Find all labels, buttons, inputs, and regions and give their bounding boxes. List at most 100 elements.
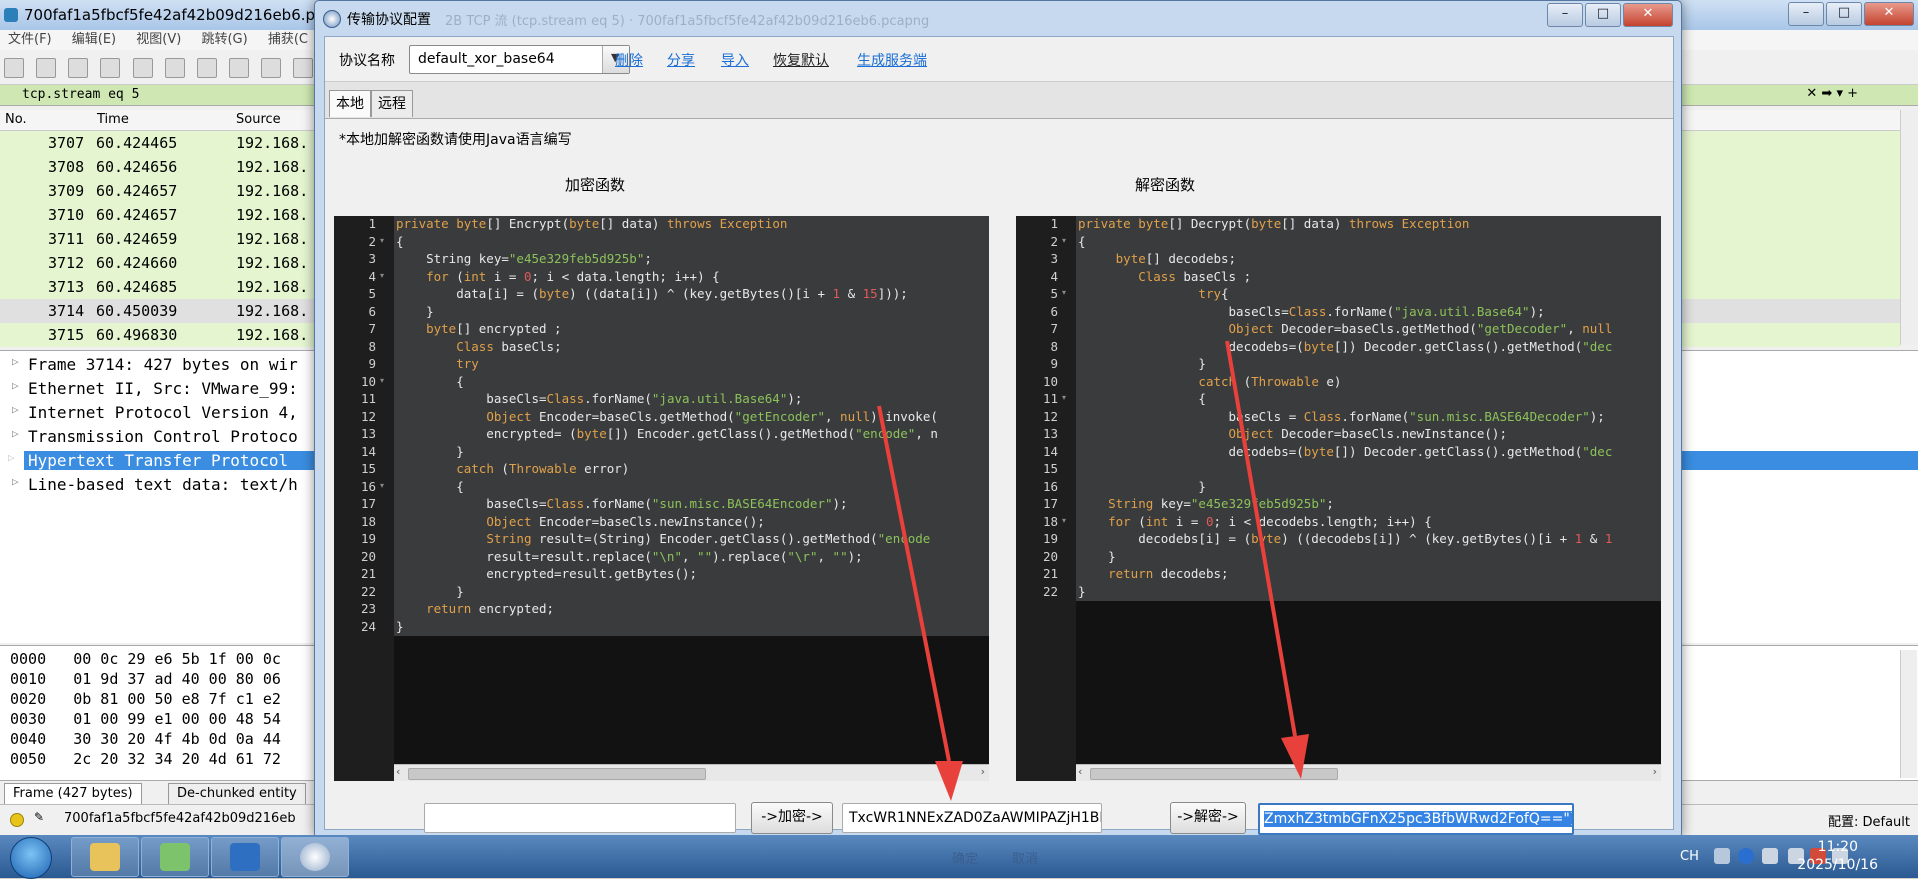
hex-row[interactable]: 0020 0b 81 00 50 e8 7f c1 e2 [10, 690, 281, 708]
dialog-title: 传输协议配置 [347, 12, 431, 28]
options-icon[interactable] [100, 58, 121, 78]
packet-no: 3709 [48, 182, 85, 200]
packet-time: 60.424657 [96, 206, 178, 224]
hex-offset: 0010 [10, 670, 47, 688]
close-button[interactable]: ✕ [1864, 2, 1914, 26]
tab-local[interactable]: 本地 [329, 90, 371, 117]
tab-frame-bytes[interactable]: Frame (427 bytes) [4, 783, 142, 805]
decrypt-button[interactable]: ->解密-> [1170, 802, 1246, 834]
restart-icon[interactable] [68, 58, 89, 78]
packet-list-scrollbar[interactable] [1900, 110, 1917, 345]
find-icon[interactable] [261, 58, 282, 78]
encrypt-button[interactable]: ->加密-> [751, 802, 833, 834]
help-icon[interactable] [1738, 848, 1754, 864]
stop-icon[interactable] [36, 58, 57, 78]
col-no[interactable]: No. [5, 112, 27, 127]
share-link[interactable]: 分享 [667, 50, 695, 70]
status-profile[interactable]: 配置: Default [1828, 811, 1910, 830]
keyboard-icon[interactable] [1714, 848, 1730, 864]
folder-icon [90, 843, 120, 871]
delete-link[interactable]: 删除 [615, 50, 643, 70]
maximize-button[interactable]: □ [1826, 2, 1862, 26]
tab-remote[interactable]: 远程 [371, 90, 413, 117]
display-filter-text[interactable]: tcp.stream eq 5 [22, 87, 139, 102]
generate-server-link[interactable]: 生成服务端 [857, 50, 927, 70]
hex-offset: 0020 [10, 690, 47, 708]
save-icon[interactable] [164, 58, 185, 78]
decrypt-code-editor[interactable]: 1 private byte[] Decrypt(byte[] data) thr… [1016, 216, 1661, 781]
filter-controls[interactable]: ✕ ➡ ▾ + [1806, 86, 1858, 101]
notepad-icon [160, 843, 190, 871]
dialog-close-button[interactable]: ✕ [1623, 3, 1673, 27]
hex-bytes: 0b 81 00 50 e8 7f c1 e2 [73, 690, 281, 708]
hex-row[interactable]: 0030 01 00 99 e1 00 00 48 54 [10, 710, 281, 728]
decrypt-hscrollbar[interactable]: ‹ › [1076, 764, 1661, 781]
detail-frame[interactable]: ▷ Frame 3714: 427 bytes on wir [12, 355, 298, 374]
menu-file[interactable]: 文件(F) [8, 32, 52, 47]
menu-capture[interactable]: 捕获(C [268, 32, 308, 47]
decrypted-output-selection: ZmxhZ3tmbGFnX25pc3BfbWRwd2FofQ=="} [1264, 811, 1572, 827]
col-source[interactable]: Source [236, 112, 281, 127]
restore-default-link[interactable]: 恢复默认 [773, 50, 829, 70]
dialog-app-icon [323, 10, 341, 28]
packet-no: 3708 [48, 158, 85, 176]
decrypt-header: 解密函数 [1134, 176, 1195, 194]
packet-no: 3707 [48, 134, 85, 152]
ime-indicator[interactable]: CH [1680, 849, 1699, 864]
minimize-button[interactable]: – [1788, 2, 1824, 26]
hex-row[interactable]: 0040 30 30 20 4f 4b 0d 0a 44 [10, 730, 281, 748]
packet-source: 192.168. [236, 326, 309, 344]
encrypt-hscrollbar[interactable]: ‹ › [394, 764, 989, 781]
decrypted-output-field[interactable]: ZmxhZ3tmbGFnX25pc3BfbWRwd2FofQ=="} [1258, 803, 1574, 835]
bytes-scrollbar[interactable] [1900, 650, 1917, 778]
hex-row[interactable]: 0010 01 9d 37 ad 40 00 80 06 [10, 670, 281, 688]
hex-row[interactable]: 0050 2c 20 32 34 20 4d 61 72 [10, 750, 281, 768]
java-note: *本地加解密函数请使用Java语言编写 [339, 132, 572, 148]
edit-comment-icon[interactable]: ✎ [34, 810, 44, 824]
taskbar-wireshark[interactable] [211, 837, 279, 877]
tray-expand-icon[interactable] [1762, 848, 1778, 864]
menu-view[interactable]: 视图(V) [136, 32, 181, 47]
packet-source: 192.168. [236, 206, 309, 224]
wireshark-title: 700faf1a5fbcf5fe42af42b09d216eb6.pca [24, 6, 333, 24]
start-button[interactable] [10, 837, 52, 879]
capture-status-icon[interactable] [10, 813, 24, 827]
back-icon[interactable] [293, 58, 314, 78]
clock-date[interactable]: 2025/10/16 [1797, 857, 1878, 873]
taskbar-tool[interactable] [281, 837, 349, 877]
encrypt-code-editor[interactable]: 1 private byte[] Encrypt(byte[] data) thr… [334, 216, 989, 781]
dialog-titlebar: 传输协议配置 2B TCP 流 (tcp.stream eq 5) · 700f… [315, 1, 1681, 35]
detail-ethernet[interactable]: ▷ Ethernet II, Src: VMware_99: [12, 379, 298, 398]
interface-icon[interactable] [4, 58, 24, 78]
close-file-icon[interactable] [196, 58, 217, 78]
packet-no: 3712 [48, 254, 85, 272]
packet-no: 3710 [48, 206, 85, 224]
detail-text-data[interactable]: ▷ Line-based text data: text/h [12, 475, 298, 494]
menu-edit[interactable]: 编辑(E) [72, 32, 116, 47]
encrypt-header: 加密函数 [564, 176, 625, 194]
tool-icon [300, 843, 330, 871]
decrypt-scroll-thumb[interactable] [1090, 768, 1338, 780]
taskbar-editor[interactable] [141, 837, 209, 877]
hex-offset: 0000 [10, 650, 47, 668]
plaintext-input[interactable] [424, 803, 736, 833]
import-link[interactable]: 导入 [721, 50, 749, 70]
menu-go[interactable]: 跳转(G) [201, 32, 247, 47]
clock-time[interactable]: 11:20 [1818, 839, 1858, 855]
hex-row[interactable]: 0000 00 0c 29 e6 5b 1f 00 0c [10, 650, 281, 668]
detail-tcp[interactable]: ▷ Transmission Control Protoco [12, 427, 298, 446]
encrypt-scroll-thumb[interactable] [408, 768, 706, 780]
col-time[interactable]: Time [97, 112, 129, 127]
open-icon[interactable] [132, 58, 153, 78]
tab-dechunked[interactable]: De-chunked entity [168, 783, 306, 805]
dialog-minimize-button[interactable]: – [1547, 3, 1583, 27]
taskbar-explorer[interactable] [71, 837, 139, 877]
packet-time: 60.424659 [96, 230, 178, 248]
reload-icon[interactable] [228, 58, 249, 78]
detail-ip[interactable]: ▷ Internet Protocol Version 4, [12, 403, 298, 422]
protocol-select[interactable]: default_xor_base64 ▼ [409, 45, 630, 74]
encrypted-output-field[interactable]: TxcWR1NNExZAD0ZaAWMIPAZjH1BFBFtH [842, 803, 1102, 833]
dialog-maximize-button[interactable]: □ [1585, 3, 1621, 27]
hex-bytes: 00 0c 29 e6 5b 1f 00 0c [73, 650, 281, 668]
packet-source: 192.168. [236, 302, 309, 320]
